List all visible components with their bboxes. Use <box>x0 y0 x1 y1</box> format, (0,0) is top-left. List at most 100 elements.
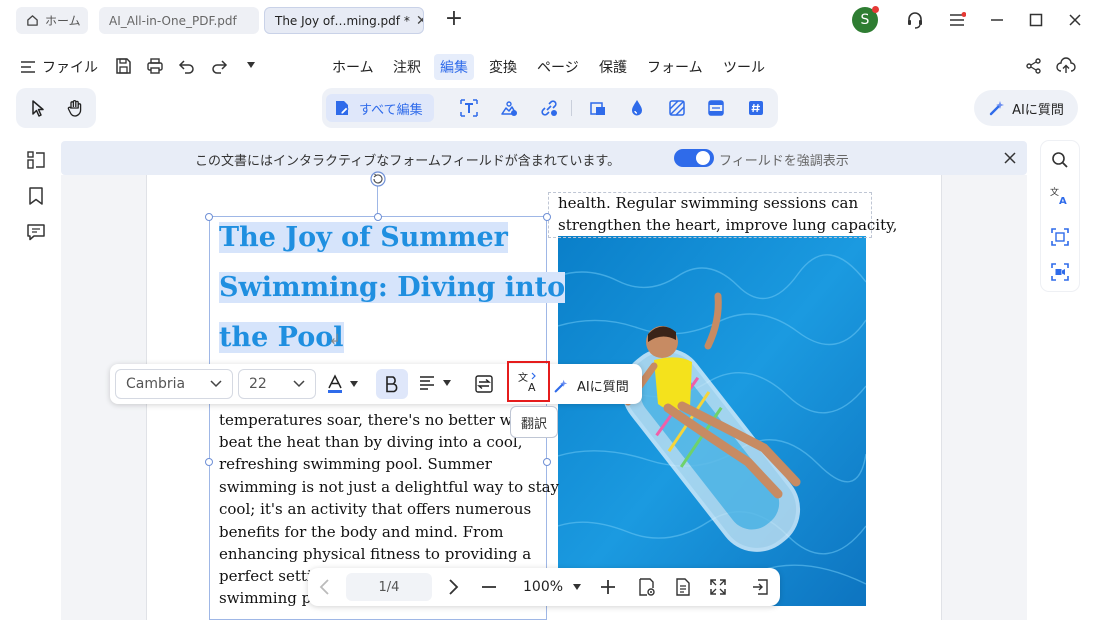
edit-all-button[interactable]: すべて編集 <box>326 94 434 122</box>
highlight-fields-label: フィールドを強調表示 <box>719 154 849 169</box>
translate-tooltip: 翻訳 <box>510 406 558 438</box>
body-line: benefits for the body and mind. From <box>219 523 504 541</box>
body-line: swimming is not just a delightful way to… <box>219 478 560 496</box>
title-line: the Pool <box>219 322 344 353</box>
font-color-button[interactable] <box>326 374 358 394</box>
thumbnails-icon[interactable] <box>26 150 46 170</box>
menu-tab-label: フォーム <box>647 60 703 76</box>
font-family-select[interactable]: Cambria <box>115 369 233 399</box>
zoom-select[interactable]: 100% <box>523 579 582 595</box>
resize-handle[interactable] <box>543 213 551 221</box>
previous-page-icon[interactable] <box>318 578 332 596</box>
header-footer-icon[interactable] <box>702 94 730 122</box>
tab-edit[interactable]: 編集 <box>434 54 474 80</box>
tab-annotate[interactable]: 注釈 <box>387 54 427 80</box>
tab-home-menu[interactable]: ホーム <box>326 54 380 80</box>
pool-photo[interactable] <box>558 236 866 606</box>
tab-home[interactable]: ホーム <box>16 7 88 34</box>
tab-protect[interactable]: 保護 <box>593 54 633 80</box>
tab-form[interactable]: フォーム <box>641 54 709 80</box>
ask-ai-button[interactable]: AIに質問 <box>974 90 1078 126</box>
tab-convert[interactable]: 変換 <box>483 54 523 80</box>
menu-tab-label: 編集 <box>440 60 468 76</box>
fullscreen-icon[interactable] <box>708 577 728 597</box>
cloud-upload-icon[interactable] <box>1056 56 1076 76</box>
select-cursor-icon[interactable] <box>24 94 52 122</box>
edit-text-icon <box>333 99 351 117</box>
bold-button[interactable] <box>376 369 408 399</box>
file-menu[interactable]: ファイル <box>20 56 98 78</box>
watermark-icon[interactable] <box>623 94 651 122</box>
page-number-input[interactable]: 1/4 <box>346 573 432 601</box>
resize-handle[interactable] <box>205 213 213 221</box>
svg-text:文: 文 <box>518 371 528 384</box>
close-notice-icon[interactable] <box>1003 151 1017 165</box>
translate-button[interactable]: 文A <box>507 361 550 402</box>
resize-handle[interactable] <box>205 458 213 466</box>
toolbar-divider <box>571 100 572 116</box>
close-tab-icon[interactable]: ✕ <box>416 13 423 29</box>
bates-number-icon[interactable] <box>742 94 770 122</box>
ai-sparkle-icon <box>988 99 1006 117</box>
ask-ai-label: AIに質問 <box>1012 102 1064 118</box>
resize-handle[interactable] <box>374 213 382 221</box>
rotation-connector <box>377 186 378 216</box>
close-window-icon[interactable] <box>1064 9 1086 31</box>
notice-message: この文書にはインタラクティブなフォームフィールドが含まれています。 <box>195 154 621 169</box>
screen-record-icon[interactable] <box>1050 262 1070 282</box>
translate-icon: 文A <box>518 371 540 393</box>
read-mode-icon[interactable] <box>637 577 657 597</box>
tab-file-ai-all-in-one[interactable]: AI_All-in-One_PDF.pdf <box>99 7 259 34</box>
comment-icon[interactable] <box>26 222 46 242</box>
zoom-out-icon[interactable] <box>481 579 497 595</box>
background-icon[interactable] <box>663 94 691 122</box>
home-icon <box>26 14 39 27</box>
font-family-value: Cambria <box>126 376 186 392</box>
tab-tools[interactable]: ツール <box>717 54 771 80</box>
menu-tab-label: ページ <box>537 60 579 76</box>
toggle-knob <box>696 151 710 165</box>
fit-width-icon[interactable] <box>750 577 770 597</box>
menu-hamburger-icon[interactable] <box>946 9 968 31</box>
body-line: cool; it's an activity that offers numer… <box>219 500 532 518</box>
menu-tab-label: ツール <box>723 60 765 76</box>
ocr-scan-icon[interactable] <box>1050 227 1070 247</box>
align-left-icon <box>419 376 435 390</box>
add-image-icon[interactable] <box>495 94 523 122</box>
new-tab-button[interactable]: + <box>443 8 465 31</box>
tab-page[interactable]: ページ <box>531 54 585 80</box>
resize-handle[interactable] <box>543 458 551 466</box>
print-icon[interactable] <box>146 57 164 75</box>
align-button[interactable] <box>419 376 451 390</box>
body-line: beat the heat than by diving into a cool… <box>219 433 523 451</box>
float-ask-ai-button[interactable]: AIに質問 <box>553 376 629 395</box>
add-text-icon[interactable] <box>455 94 483 122</box>
bookmark-icon[interactable] <box>26 186 46 206</box>
page-number-value: 1/4 <box>378 579 400 595</box>
dropdown-arrow-icon <box>350 381 358 387</box>
translate-icon[interactable]: 文A <box>1050 186 1070 206</box>
next-page-icon[interactable] <box>446 578 460 596</box>
rotate-handle-icon[interactable] <box>368 170 388 188</box>
undo-icon[interactable] <box>178 57 196 75</box>
share-icon[interactable] <box>1025 57 1043 75</box>
maximize-icon[interactable] <box>1025 9 1047 31</box>
quick-access-dropdown-icon[interactable] <box>246 61 256 69</box>
crop-page-icon[interactable] <box>584 94 612 122</box>
add-link-icon[interactable] <box>535 94 563 122</box>
zoom-in-icon[interactable] <box>600 579 616 595</box>
save-icon[interactable] <box>114 57 132 75</box>
page-layout-icon[interactable] <box>673 577 693 597</box>
tab-file-label: The Joy of…ming.pdf * <box>275 13 410 28</box>
font-size-select[interactable]: 22 <box>238 369 316 399</box>
support-headset-icon[interactable] <box>904 9 926 31</box>
text-replace-icon[interactable] <box>474 374 494 394</box>
body-line: temperatures soar, there's no better way… <box>219 411 550 429</box>
tab-file-joy-of-summer[interactable]: The Joy of…ming.pdf * ✕ <box>264 7 424 34</box>
hand-tool-icon[interactable] <box>61 94 89 122</box>
redo-icon[interactable] <box>210 57 228 75</box>
dropdown-arrow-icon <box>443 380 451 386</box>
search-icon[interactable] <box>1051 151 1069 169</box>
edit-all-label: すべて編集 <box>359 102 423 118</box>
minimize-icon[interactable] <box>986 9 1008 31</box>
